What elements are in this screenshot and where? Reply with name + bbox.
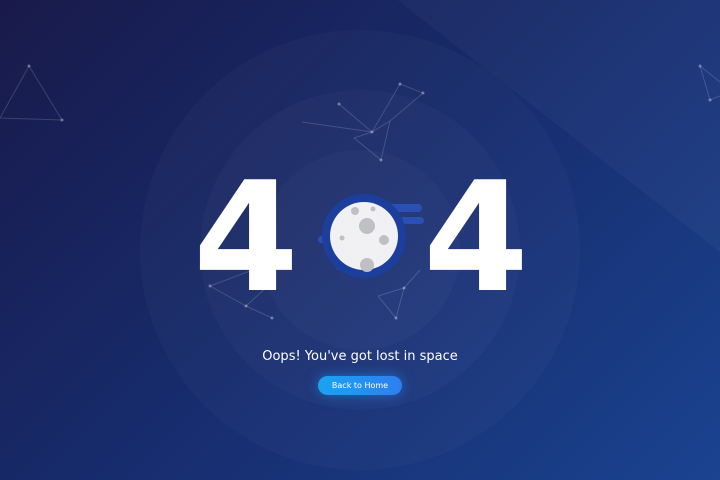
back-to-home-button[interactable]: Back to Home <box>318 376 402 395</box>
star-dot <box>398 82 402 86</box>
moon-icon <box>296 190 436 290</box>
constellation-line <box>699 65 720 101</box>
star-dot <box>27 64 31 68</box>
star-dot <box>708 98 712 102</box>
error-digit-right: 4 <box>423 149 529 326</box>
constellation-line <box>371 83 424 133</box>
star-dot <box>421 91 425 95</box>
star-dot <box>370 130 374 134</box>
star-dot <box>379 158 383 162</box>
error-message: Oops! You've got lost in space <box>262 349 458 364</box>
star-dot <box>698 64 702 68</box>
constellation-line <box>377 287 405 320</box>
star-dot <box>60 118 64 122</box>
constellation-line <box>0 65 63 121</box>
constellation-line <box>301 103 374 133</box>
star-dot <box>394 316 398 320</box>
constellation-line <box>352 120 391 161</box>
error-digit-left: 4 <box>193 149 299 326</box>
star-dot <box>337 102 341 106</box>
